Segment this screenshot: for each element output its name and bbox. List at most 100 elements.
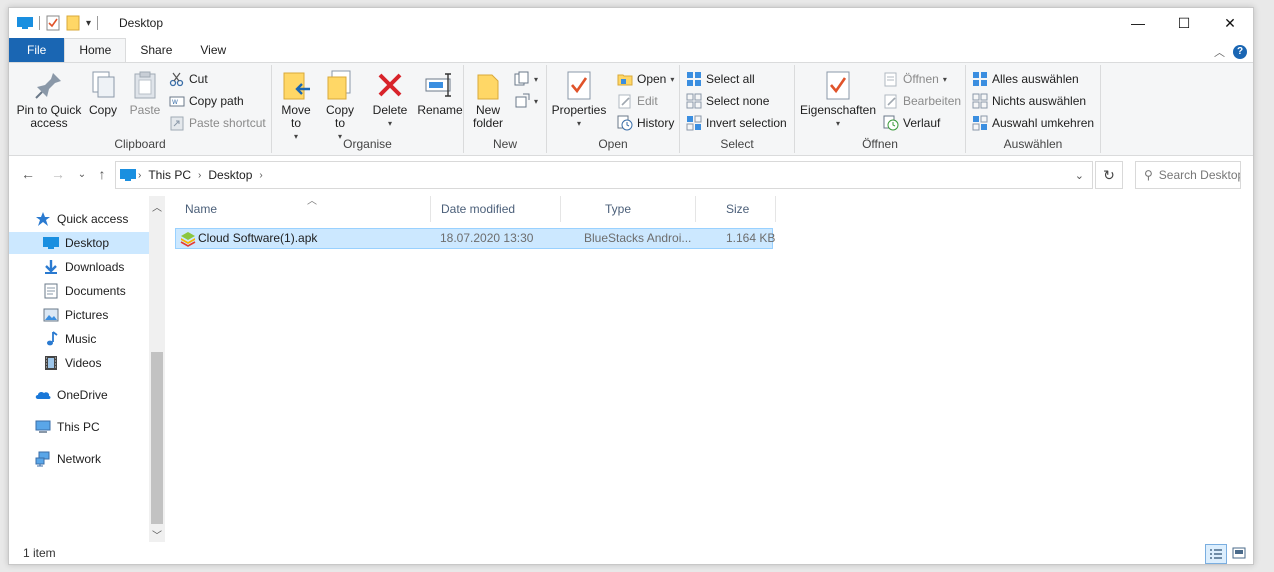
properties-button[interactable]: Properties ▾ xyxy=(551,69,607,130)
column-header-size[interactable]: Size xyxy=(696,196,776,222)
large-icons-view-button[interactable] xyxy=(1229,544,1249,562)
paste-button[interactable]: Paste xyxy=(127,69,163,117)
scroll-up-icon[interactable]: ︿ xyxy=(149,198,165,214)
move-to-icon xyxy=(283,72,310,100)
move-to-button[interactable]: Move to ▾ xyxy=(278,69,314,143)
details-view-button[interactable] xyxy=(1205,544,1227,564)
search-box[interactable]: ⚲ Search Desktop xyxy=(1135,161,1241,189)
new-item-button[interactable]: ▾ xyxy=(514,69,538,89)
nav-item-desktop[interactable]: Desktop xyxy=(9,232,149,254)
recent-locations-icon[interactable]: ⌄ xyxy=(73,164,91,184)
tab-share[interactable]: Share xyxy=(126,38,186,62)
table-row[interactable]: Cloud Software(1).apk 18.07.2020 13:30 B… xyxy=(175,228,775,249)
maximize-button[interactable]: ☐ xyxy=(1161,8,1207,38)
copy-path-button[interactable]: W Copy path xyxy=(169,91,244,111)
invert-selection-button[interactable]: Invert selection xyxy=(686,113,787,133)
verlauf-button[interactable]: Verlauf xyxy=(883,113,940,133)
column-header-type[interactable]: Type xyxy=(561,196,696,222)
auswahl-umkehren-button[interactable]: Auswahl umkehren xyxy=(972,113,1094,133)
select-all-button[interactable]: Select all xyxy=(686,69,755,89)
copy-to-button[interactable]: Copy to ▾ xyxy=(322,69,358,143)
alles-auswaehlen-button[interactable]: Alles auswählen xyxy=(972,69,1079,89)
group-label-organise: Organise xyxy=(343,137,392,151)
svg-text:W: W xyxy=(172,99,178,106)
copy-to-icon xyxy=(327,70,351,100)
file-type: BlueStacks Androi... xyxy=(584,231,692,245)
explorer-icon[interactable] xyxy=(17,16,33,30)
nav-item-music[interactable]: Music xyxy=(9,328,149,350)
minimize-button[interactable]: — xyxy=(1115,8,1161,38)
nav-item-downloads[interactable]: Downloads xyxy=(9,256,149,278)
group-new: New folder ▾ ▾ New xyxy=(464,65,547,153)
nav-quick-access[interactable]: Quick access xyxy=(9,208,149,230)
bearbeiten-button[interactable]: Bearbeiten xyxy=(883,91,961,111)
nav-network[interactable]: Network xyxy=(9,448,149,470)
computer-icon xyxy=(35,420,51,433)
breadcrumb-chevron-icon[interactable]: › xyxy=(257,170,264,181)
tab-file[interactable]: File xyxy=(9,38,65,62)
nav-this-pc[interactable]: This PC xyxy=(9,416,149,438)
copy-path-icon: W xyxy=(169,96,185,107)
search-input[interactable]: Search Desktop xyxy=(1159,168,1240,182)
copy-button[interactable]: Copy xyxy=(87,69,119,117)
scroll-down-icon[interactable]: ﹀ xyxy=(149,526,165,542)
cloud-icon xyxy=(35,391,51,399)
tab-view[interactable]: View xyxy=(186,38,240,62)
open-button[interactable]: Open ▾ xyxy=(617,69,674,89)
scrollbar-thumb[interactable] xyxy=(151,352,163,524)
nav-item-documents[interactable]: Documents xyxy=(9,280,149,302)
help-icon[interactable]: ? xyxy=(1233,45,1247,59)
delete-button[interactable]: Delete ▾ xyxy=(372,69,408,130)
navigation-pane: Quick access Desktop Downloads Documents… xyxy=(9,196,149,542)
rename-button[interactable]: Rename xyxy=(417,69,463,117)
group-label-oeffnen: Öffnen xyxy=(862,137,898,151)
pin-quick-access-button[interactable]: Pin to Quick access xyxy=(15,69,83,130)
column-header-date-modified[interactable]: Date modified xyxy=(431,196,561,222)
ribbon: Pin to Quick access Copy Paste Cut W Cop… xyxy=(9,62,1253,156)
tab-home[interactable]: Home xyxy=(64,38,127,63)
forward-arrow-icon[interactable]: → xyxy=(49,164,67,184)
breadcrumb-this-pc[interactable]: This PC xyxy=(143,168,196,182)
eigenschaften-button[interactable]: Eigenschaften ▾ xyxy=(799,69,877,130)
group-select: Select all Select none Invert selection … xyxy=(680,65,795,153)
new-item-icon xyxy=(514,71,529,86)
group-label-clipboard: Clipboard xyxy=(114,137,166,151)
properties-quick-icon[interactable] xyxy=(46,15,60,31)
nav-onedrive[interactable]: OneDrive xyxy=(9,384,149,406)
oeffnen-button[interactable]: Öffnen ▾ xyxy=(883,69,947,89)
close-button[interactable]: ✕ xyxy=(1207,8,1253,38)
collapse-ribbon-icon[interactable]: ︿ xyxy=(1214,44,1225,60)
back-arrow-icon[interactable]: ← xyxy=(19,164,37,184)
qat-dropdown-icon[interactable]: ▾ xyxy=(86,18,91,29)
breadcrumb-desktop[interactable]: Desktop xyxy=(203,168,257,182)
history-button[interactable]: History xyxy=(617,113,674,133)
breadcrumb-chevron-icon[interactable]: › xyxy=(196,170,203,181)
paste-shortcut-button[interactable]: Paste shortcut xyxy=(169,113,266,133)
file-list: ︿ Name Date modified Type Size Cloud Sof… xyxy=(169,196,1253,542)
edit-button[interactable]: Edit xyxy=(617,91,658,111)
nav-item-pictures[interactable]: Pictures xyxy=(9,304,149,326)
group-label-open: Open xyxy=(598,137,628,151)
breadcrumb-chevron-icon[interactable]: › xyxy=(136,170,143,181)
navigation-scrollbar[interactable]: ︿ ﹀ xyxy=(149,196,165,542)
ribbon-controls: ︿ ? xyxy=(1214,44,1247,60)
address-history-dropdown-icon[interactable]: ⌄ xyxy=(1075,169,1084,182)
documents-icon xyxy=(44,283,58,299)
nav-item-videos[interactable]: Videos xyxy=(9,352,149,374)
new-folder-quick-icon[interactable] xyxy=(66,15,80,31)
large-icons-view-icon xyxy=(1232,547,1246,559)
music-note-icon xyxy=(47,331,58,346)
refresh-button[interactable]: ↻ xyxy=(1095,161,1123,189)
easy-access-button[interactable]: ▾ xyxy=(514,91,538,111)
cut-button[interactable]: Cut xyxy=(169,69,208,89)
address-bar[interactable]: › This PC › Desktop › ⌄ xyxy=(115,161,1093,189)
new-folder-button[interactable]: New folder xyxy=(468,69,508,130)
nichts-auswaehlen-button[interactable]: Nichts auswählen xyxy=(972,91,1086,111)
select-none-button[interactable]: Select none xyxy=(686,91,769,111)
history-icon xyxy=(617,115,633,131)
group-open: Properties ▾ Open ▾ Edit History Open xyxy=(547,65,680,153)
up-arrow-icon[interactable]: ↑ xyxy=(93,164,111,184)
bearbeiten-icon xyxy=(884,94,897,109)
column-header-name[interactable]: Name xyxy=(175,196,431,222)
file-name: Cloud Software(1).apk xyxy=(198,231,318,245)
